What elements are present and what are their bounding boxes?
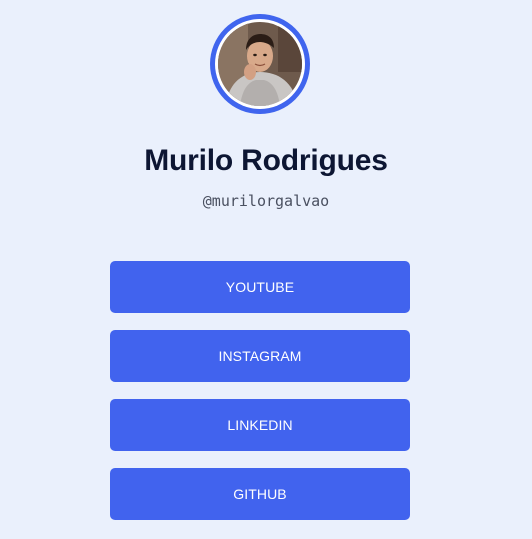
instagram-link-button[interactable]: INSTAGRAM bbox=[110, 330, 410, 382]
linkedin-link-button[interactable]: LINKEDIN bbox=[110, 399, 410, 451]
profile-photo bbox=[218, 22, 302, 106]
youtube-link-button[interactable]: YOUTUBE bbox=[110, 261, 410, 313]
github-link-button[interactable]: GITHUB bbox=[110, 468, 410, 520]
profile-name: Murilo Rodrigues bbox=[144, 144, 388, 177]
linktree-page: Murilo Rodrigues @murilorgalvao YOUTUBE … bbox=[0, 0, 532, 539]
avatar bbox=[210, 14, 310, 114]
link-list: YOUTUBE INSTAGRAM LINKEDIN GITHUB bbox=[110, 261, 410, 537]
avatar-border bbox=[215, 19, 305, 109]
profile-handle: @murilorgalvao bbox=[202, 192, 330, 210]
